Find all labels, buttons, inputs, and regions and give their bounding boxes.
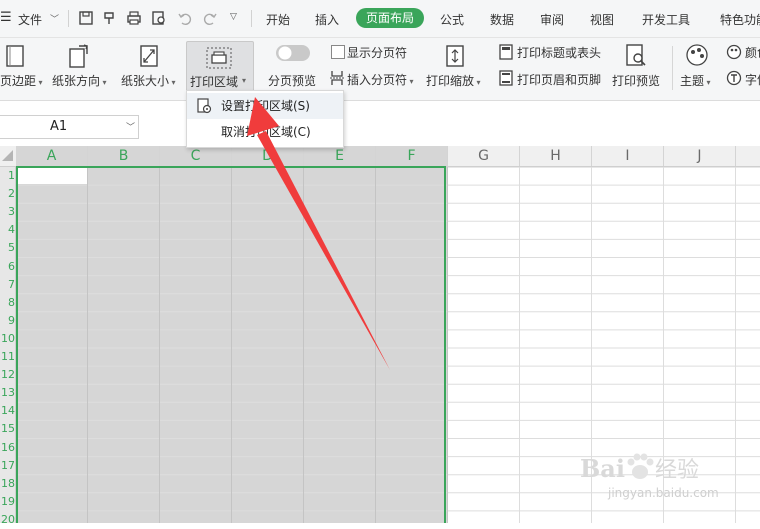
watermark-url: jingyan.baidu.com [608, 486, 719, 500]
print-area-dropdown-menu: 设置打印区域(S) 取消打印区域(C) [186, 90, 344, 148]
set-print-area-icon [197, 98, 212, 114]
clear-print-area-menu-item[interactable]: 取消打印区域(C) [187, 119, 343, 145]
set-print-area-label: 设置打印区域(S) [221, 99, 310, 113]
watermark-brand-suffix: 经验 [654, 458, 699, 483]
watermark-brand: Bai [580, 454, 625, 483]
paw-icon [627, 453, 654, 479]
set-print-area-menu-item[interactable]: 设置打印区域(S) [187, 93, 343, 119]
baidu-watermark-logo: Bai 经验 [580, 452, 699, 484]
print-area-border [16, 166, 446, 523]
clear-print-area-label: 取消打印区域(C) [221, 125, 311, 139]
